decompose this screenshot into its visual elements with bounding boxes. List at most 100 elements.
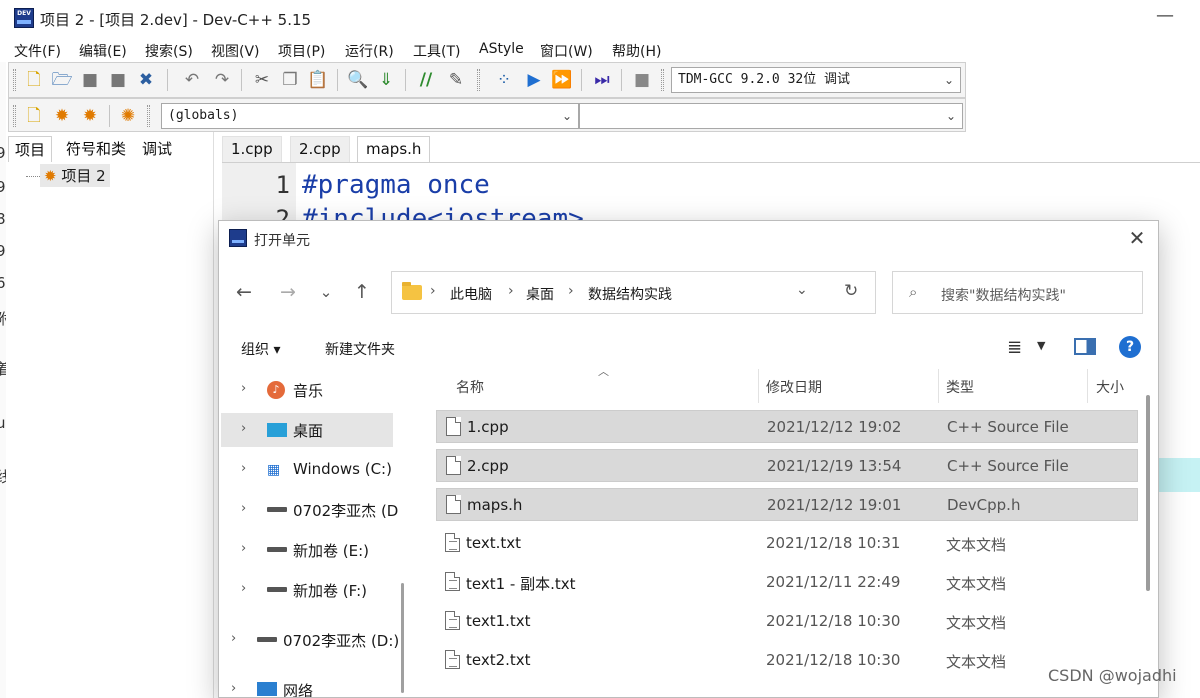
menu-view[interactable]: 视图(V) — [211, 41, 260, 61]
editor-tab-1cpp[interactable]: 1.cpp — [222, 136, 282, 163]
toolbar-grip[interactable] — [147, 105, 150, 127]
file-row[interactable]: 2.cpp 2021/12/19 13:54 C++ Source File — [436, 449, 1138, 482]
file-row[interactable]: maps.h 2021/12/12 19:01 DevCpp.h — [436, 488, 1138, 521]
scope-select[interactable]: (globals) ⌄ — [161, 103, 579, 129]
chevron-right-icon: › — [231, 631, 237, 646]
project-options-icon[interactable]: ✺ — [117, 105, 139, 127]
tab-debug[interactable]: 调试 — [136, 136, 178, 161]
new-file-icon[interactable]: 🗋 — [23, 69, 45, 91]
menu-edit[interactable]: 编辑(E) — [79, 41, 127, 61]
new-folder-button[interactable]: 新建文件夹 — [325, 339, 395, 359]
compile-icon[interactable]: ⁘ — [493, 69, 515, 91]
save-all-icon[interactable]: ■ — [107, 69, 129, 91]
toolbar-grip[interactable] — [13, 69, 16, 91]
chevron-right-icon: › — [241, 581, 247, 596]
undo-icon[interactable]: ↶ — [181, 69, 203, 91]
file-row[interactable]: text2.txt 2021/12/18 10:30 文本文档 — [436, 644, 1138, 677]
goto-icon[interactable]: ⇓ — [375, 69, 397, 91]
column-header-type[interactable]: 类型 — [946, 377, 974, 397]
nav-item-drive-d2[interactable]: › 0702李亚杰 (D:) — [219, 623, 399, 657]
column-divider[interactable] — [758, 369, 759, 403]
column-divider[interactable] — [1087, 369, 1088, 403]
breadcrumb-folder[interactable]: 数据结构实践 — [588, 284, 672, 304]
forward-button[interactable]: → — [275, 279, 301, 305]
stop-icon[interactable]: ■ — [631, 69, 653, 91]
column-divider[interactable] — [938, 369, 939, 403]
cut-icon[interactable]: ✂ — [251, 69, 273, 91]
breadcrumb-this-pc[interactable]: 此电脑 — [450, 284, 492, 304]
nav-item-drive-d[interactable]: › 0702李亚杰 (D — [221, 493, 398, 527]
nav-item-drive-c[interactable]: › ▦ Windows (C:) — [221, 453, 393, 487]
toolbar-separator — [337, 69, 338, 91]
close-file-icon[interactable]: ✖ — [135, 69, 157, 91]
member-select[interactable]: ⌄ — [579, 103, 963, 129]
toolbar-separator — [405, 69, 406, 91]
tab-symbols[interactable]: 符号和类 — [60, 136, 132, 161]
organize-button[interactable]: 组织 ▾ — [241, 339, 280, 359]
project-tree-item[interactable]: ✹ 项目 2 — [40, 164, 110, 187]
menu-help[interactable]: 帮助(H) — [612, 41, 661, 61]
address-bar[interactable]: › 此电脑 › 桌面 › 数据结构实践 ⌄ ↻ — [391, 271, 876, 314]
help-icon[interactable]: ? — [1119, 336, 1141, 358]
nav-item-desktop[interactable]: › 桌面 — [221, 413, 393, 447]
column-header-date[interactable]: 修改日期 — [766, 377, 822, 397]
run-icon[interactable]: ▶ — [523, 69, 545, 91]
column-header-size[interactable]: 大小 — [1096, 377, 1124, 397]
menu-run[interactable]: 运行(R) — [345, 41, 394, 61]
toolbar-grip[interactable] — [13, 105, 16, 127]
paste-icon[interactable]: 📋 — [307, 69, 329, 91]
menu-project[interactable]: 项目(P) — [278, 41, 325, 61]
compiler-select[interactable]: TDM-GCC 9.2.0 32位 调试 ⌄ — [671, 67, 961, 93]
nav-item-drive-e[interactable]: › 新加卷 (E:) — [221, 533, 393, 567]
column-header-name[interactable]: 名称 — [456, 377, 484, 397]
editor-tab-2cpp[interactable]: 2.cpp — [290, 136, 350, 163]
minimize-button[interactable]: — — [1150, 6, 1180, 30]
view-options-icon[interactable]: ≣ — [1007, 337, 1022, 358]
chevron-right-icon: › — [430, 283, 436, 299]
toolbar-grip[interactable] — [661, 69, 664, 91]
refresh-icon[interactable]: ↻ — [844, 281, 858, 301]
remove-member-icon[interactable]: ✹ — [79, 105, 101, 127]
nav-item-drive-f[interactable]: › 新加卷 (F:) — [221, 573, 393, 607]
new-class-icon[interactable]: 🗋 — [23, 105, 45, 127]
breadcrumb-desktop[interactable]: 桌面 — [526, 284, 554, 304]
find-icon[interactable]: 🔍 — [347, 69, 369, 91]
preview-pane-icon[interactable] — [1074, 338, 1096, 355]
up-button[interactable]: ↑ — [349, 279, 375, 305]
copy-icon[interactable]: ❐ — [279, 69, 301, 91]
recent-locations-button[interactable]: ⌄ — [313, 279, 339, 305]
file-row[interactable]: text.txt 2021/12/18 10:31 文本文档 — [436, 527, 1138, 560]
edge-char: 9 — [0, 242, 6, 260]
compile-run-icon[interactable]: ⏩ — [551, 69, 573, 91]
main-toolbar: 🗋 🗁 ■ ■ ✖ ↶ ↷ ✂ ❐ 📋 🔍 ⇓ // ✎ ⁘ ▶ ⏩ ⏭ ■ T… — [8, 62, 966, 98]
open-file-icon[interactable]: 🗁 — [51, 69, 73, 91]
menu-window[interactable]: 窗口(W) — [540, 41, 593, 61]
edge-char: 9 — [0, 178, 6, 196]
tab-project[interactable]: 项目 — [8, 136, 53, 162]
chevron-down-icon[interactable]: ⌄ — [796, 282, 808, 298]
editor-tab-mapsh[interactable]: maps.h — [357, 136, 431, 163]
file-row[interactable]: text1.txt 2021/12/18 10:30 文本文档 — [436, 605, 1138, 638]
menu-astyle[interactable]: AStyle — [479, 41, 524, 57]
indent-icon[interactable]: ✎ — [445, 69, 467, 91]
toolbar-grip[interactable] — [477, 69, 480, 91]
chevron-down-icon: ⌄ — [561, 109, 572, 123]
file-list-scrollbar[interactable] — [1146, 395, 1150, 591]
close-icon[interactable]: ✕ — [1125, 227, 1149, 251]
menu-file[interactable]: 文件(F) — [14, 41, 61, 61]
menu-search[interactable]: 搜索(S) — [145, 41, 193, 61]
redo-icon[interactable]: ↷ — [211, 69, 233, 91]
back-button[interactable]: ← — [231, 279, 257, 305]
save-icon[interactable]: ■ — [79, 69, 101, 91]
file-row[interactable]: 1.cpp 2021/12/12 19:02 C++ Source File — [436, 410, 1138, 443]
add-member-icon[interactable]: ✹ — [51, 105, 73, 127]
search-box[interactable]: ⌕ 搜索"数据结构实践" — [892, 271, 1143, 314]
file-row[interactable]: text1 - 副本.txt 2021/12/11 22:49 文本文档 — [436, 566, 1138, 599]
rebuild-icon[interactable]: ⏭ — [591, 69, 613, 91]
chevron-down-icon[interactable]: ▼ — [1037, 339, 1045, 352]
comment-icon[interactable]: // — [415, 69, 437, 91]
nav-item-music[interactable]: › ♪ 音乐 — [221, 373, 393, 407]
menu-tools[interactable]: 工具(T) — [413, 41, 460, 61]
nav-scrollbar[interactable] — [401, 583, 404, 693]
nav-item-network[interactable]: › 网络 — [219, 673, 383, 697]
